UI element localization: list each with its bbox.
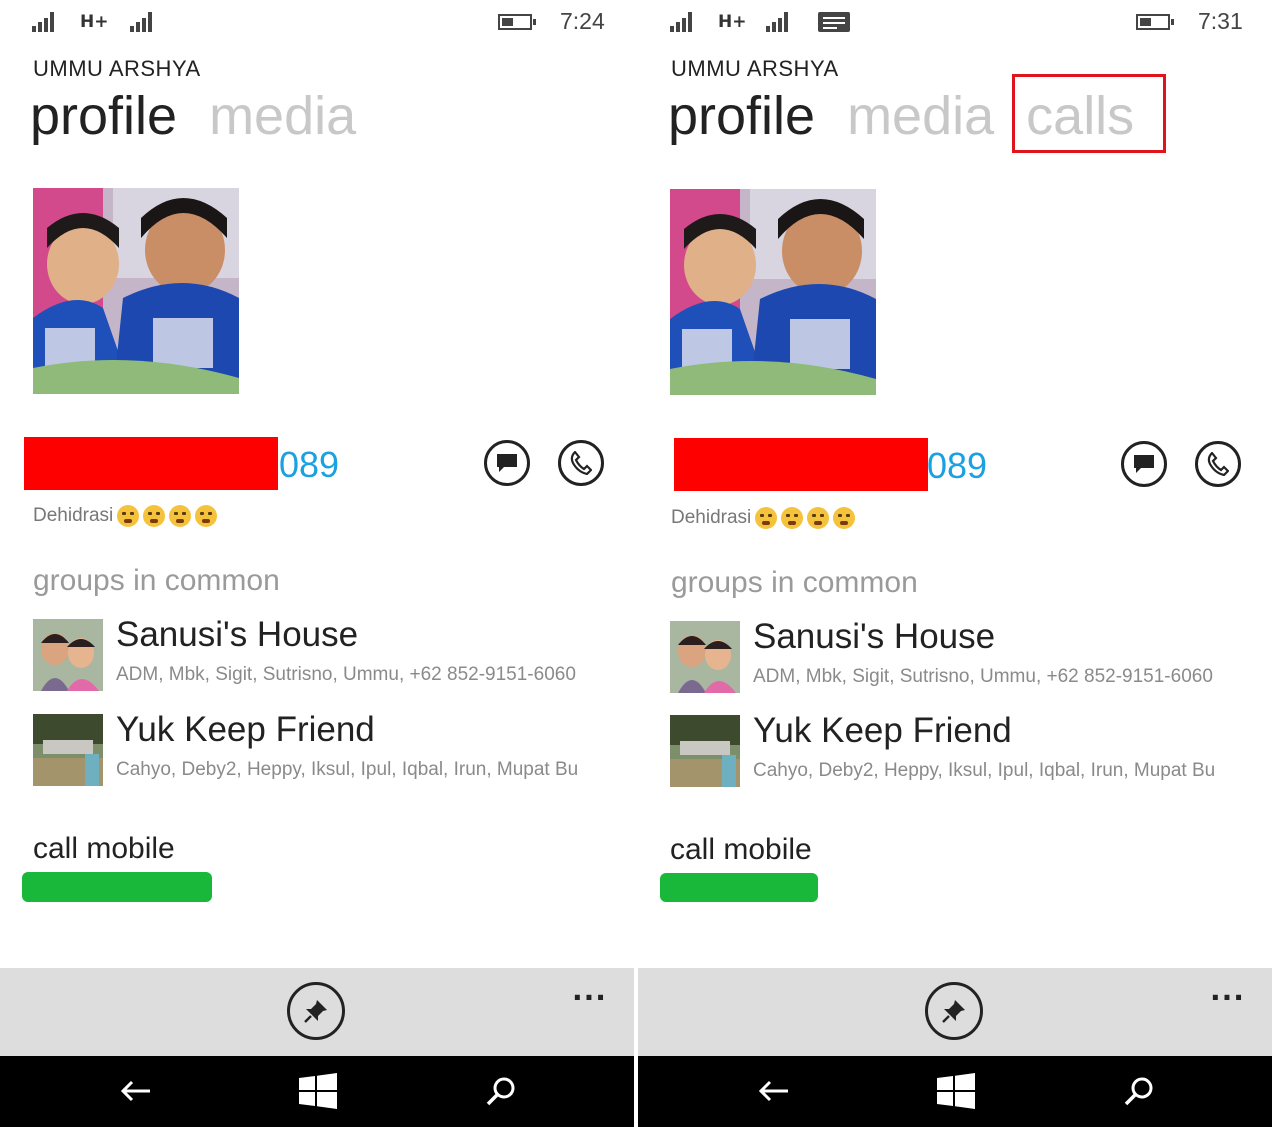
groups-heading: groups in common: [671, 566, 918, 599]
contact-status: Dehidrasi: [671, 507, 856, 529]
search-icon: [486, 1077, 515, 1106]
network-type-label: H+: [718, 12, 747, 32]
emoji-dizzy-icon: [755, 507, 778, 529]
call-mobile-label[interactable]: call mobile: [670, 833, 812, 867]
group-avatar: [670, 621, 740, 693]
groups-heading: groups in common: [33, 564, 280, 597]
pin-button[interactable]: [287, 982, 345, 1040]
phone-number[interactable]: 089: [927, 445, 987, 487]
tab-media[interactable]: media: [847, 84, 994, 148]
phone-number-redaction: [24, 437, 278, 490]
system-nav-bar: [0, 1056, 634, 1127]
contact-status-text: Dehidrasi: [671, 507, 752, 528]
mobile-number-redaction: [22, 872, 212, 902]
phone-number[interactable]: 089: [279, 444, 339, 486]
pin-button[interactable]: [925, 982, 983, 1040]
search-icon: [1124, 1077, 1153, 1106]
call-mobile-label[interactable]: call mobile: [33, 832, 175, 866]
call-button[interactable]: [1195, 441, 1241, 487]
group-item[interactable]: Yuk Keep Friend Cahyo, Deby2, Heppy, Iks…: [670, 711, 1270, 787]
message-notification-icon: [818, 12, 850, 32]
contact-status: Dehidrasi: [33, 505, 218, 527]
contact-name: UMMU ARSHYA: [671, 56, 839, 81]
app-bar: ...: [638, 968, 1272, 1056]
pivot-header: profile media: [30, 84, 356, 148]
windows-logo-icon: [299, 1073, 337, 1109]
group-item[interactable]: Sanusi's House ADM, Mbk, Sigit, Sutrisno…: [33, 615, 633, 691]
more-options-button[interactable]: ...: [572, 974, 607, 1007]
tab-profile[interactable]: profile: [668, 84, 815, 148]
app-bar: ...: [0, 968, 634, 1056]
group-item[interactable]: Yuk Keep Friend Cahyo, Deby2, Heppy, Iks…: [33, 710, 633, 786]
call-button[interactable]: [558, 440, 604, 486]
emoji-sad-icon: [169, 505, 192, 527]
signal-strength-icon: [32, 12, 54, 32]
back-button[interactable]: [744, 1070, 804, 1112]
message-button[interactable]: [484, 440, 530, 486]
group-name: Yuk Keep Friend: [116, 710, 375, 749]
phone-screen-right: H+ 7:31 UMMU ARSHYA profile media calls: [638, 0, 1272, 1127]
group-avatar: [33, 619, 103, 691]
emoji-crying-icon: [143, 505, 166, 527]
group-members: ADM, Mbk, Sigit, Sutrisno, Ummu, +62 852…: [116, 664, 576, 685]
contact-photo[interactable]: [670, 189, 876, 395]
contact-photo[interactable]: [33, 188, 239, 394]
emoji-weary-icon: [195, 505, 218, 527]
group-name: Sanusi's House: [116, 615, 359, 654]
group-item[interactable]: Sanusi's House ADM, Mbk, Sigit, Sutrisno…: [670, 617, 1270, 693]
phone-icon: [570, 451, 592, 475]
phone-icon: [1207, 452, 1229, 476]
pin-icon: [942, 1000, 965, 1023]
back-arrow-icon: [758, 1080, 788, 1102]
contact-name: UMMU ARSHYA: [33, 56, 201, 81]
tab-media[interactable]: media: [209, 84, 356, 148]
signal-strength-sim2-icon: [130, 12, 152, 32]
phone-screen-left: H+ 7:24 UMMU ARSHYA profile media 089 De…: [0, 0, 634, 1127]
group-avatar: [33, 714, 103, 786]
group-members: Cahyo, Deby2, Heppy, Iksul, Ipul, Iqbal,…: [116, 759, 579, 780]
message-button[interactable]: [1121, 441, 1167, 487]
system-nav-bar: [638, 1056, 1272, 1127]
status-bar: H+ 7:24: [0, 0, 634, 44]
windows-logo-icon: [937, 1073, 975, 1109]
search-button[interactable]: [1109, 1070, 1169, 1112]
status-time: 7:24: [560, 8, 605, 34]
signal-strength-sim2-icon: [766, 12, 788, 32]
status-time: 7:31: [1198, 8, 1243, 34]
status-bar: H+ 7:31: [638, 0, 1272, 44]
start-button[interactable]: [926, 1070, 986, 1112]
back-button[interactable]: [106, 1070, 166, 1112]
start-button[interactable]: [288, 1070, 348, 1112]
search-button[interactable]: [471, 1070, 531, 1112]
mobile-number-redaction: [660, 873, 818, 902]
group-members: ADM, Mbk, Sigit, Sutrisno, Ummu, +62 852…: [753, 666, 1213, 687]
tab-profile[interactable]: profile: [30, 84, 177, 148]
group-name: Sanusi's House: [753, 617, 996, 656]
network-type-label: H+: [80, 12, 109, 32]
emoji-weary-icon: [833, 507, 856, 529]
group-avatar: [670, 715, 740, 787]
chat-icon: [1134, 455, 1154, 473]
group-name: Yuk Keep Friend: [753, 711, 1012, 750]
contact-status-text: Dehidrasi: [33, 505, 114, 526]
more-options-button[interactable]: ...: [1210, 974, 1245, 1007]
emoji-sad-icon: [807, 507, 830, 529]
battery-icon: [1136, 14, 1174, 30]
signal-strength-icon: [670, 12, 692, 32]
emoji-dizzy-icon: [117, 505, 140, 527]
pin-icon: [304, 1000, 327, 1023]
emoji-crying-icon: [781, 507, 804, 529]
group-members: Cahyo, Deby2, Heppy, Iksul, Ipul, Iqbal,…: [753, 760, 1216, 781]
phone-number-redaction: [674, 438, 928, 491]
battery-icon: [498, 14, 536, 30]
calls-tab-highlight: [1012, 74, 1166, 153]
chat-icon: [497, 454, 517, 472]
back-arrow-icon: [120, 1080, 150, 1102]
